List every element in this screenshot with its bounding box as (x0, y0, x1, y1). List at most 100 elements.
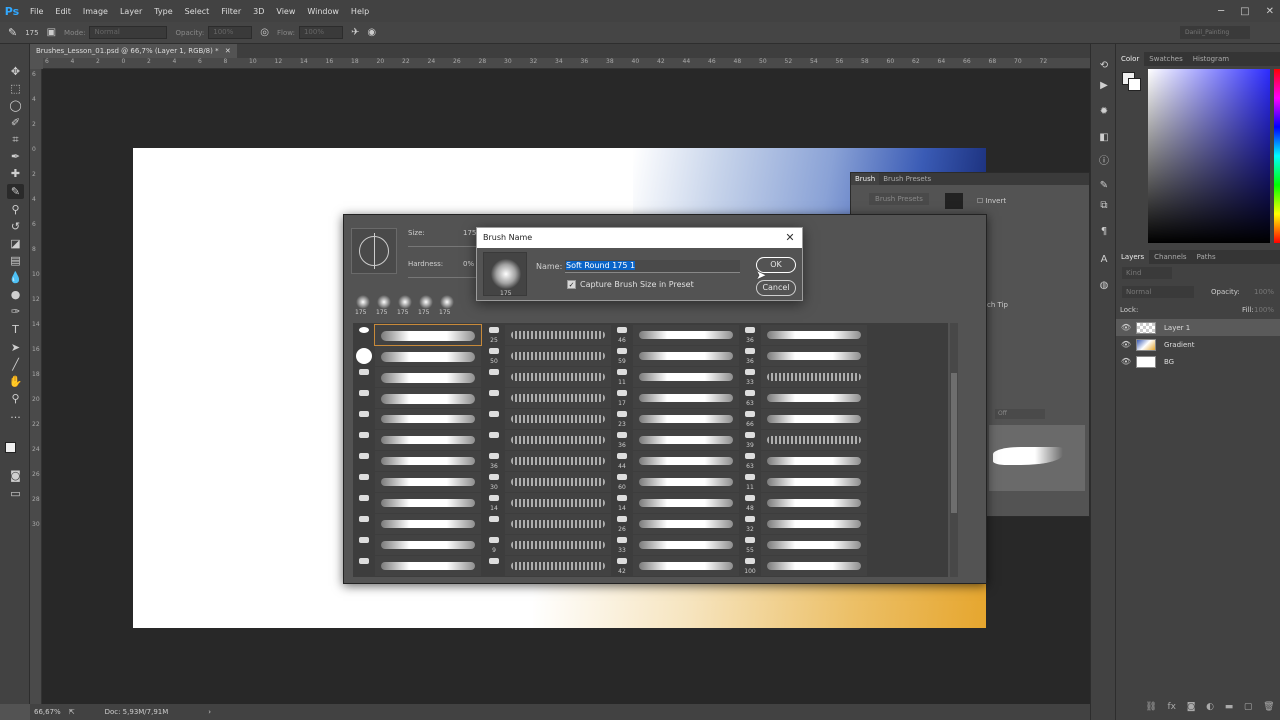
brush-tip-thumb[interactable]: 42 (613, 556, 631, 576)
tab-swatches[interactable]: Swatches (1144, 52, 1187, 66)
character-panel-icon[interactable]: A (1096, 254, 1112, 268)
brush-tip-thumb[interactable] (355, 514, 373, 534)
brush-tip-thumb[interactable] (485, 556, 503, 576)
clone-source-panel-icon[interactable]: ⧉ (1096, 200, 1112, 214)
document-tab[interactable]: Brushes_Lesson_01.psd @ 66,7% (Layer 1, … (30, 44, 237, 58)
tab-brush-presets[interactable]: Brush Presets (879, 173, 935, 185)
brush-tip-thumb[interactable] (355, 325, 373, 345)
brush-tip-thumb[interactable]: 14 (485, 493, 503, 513)
brush-stroke-preview[interactable] (375, 388, 481, 408)
tab-color[interactable]: Color (1116, 52, 1145, 66)
brush-tip-thumb[interactable]: 23 (613, 409, 631, 429)
foreground-color-swatch[interactable] (5, 442, 16, 453)
brush-stroke-preview[interactable] (375, 535, 481, 555)
cancel-button[interactable]: Cancel (756, 280, 796, 296)
brush-stroke-preview[interactable] (505, 535, 611, 555)
brush-tip-thumb[interactable]: 63 (741, 451, 759, 471)
invert-checkbox[interactable]: ☐ Invert (977, 197, 1006, 205)
brush-stroke-preview[interactable] (633, 325, 739, 345)
brush-stroke-preview[interactable] (761, 367, 867, 387)
add-mask-icon[interactable]: ◙ (1187, 702, 1196, 716)
brush-tip-thumb[interactable] (485, 409, 503, 429)
tab-layers[interactable]: Layers (1116, 250, 1150, 264)
brush-stroke-preview[interactable] (761, 388, 867, 408)
menu-select[interactable]: Select (179, 7, 216, 16)
hue-slider[interactable] (1274, 69, 1280, 243)
brush-stroke-preview[interactable] (761, 325, 867, 345)
brush-tip-thumb[interactable]: 55 (741, 535, 759, 555)
brush-tool-icon[interactable]: ✎ (7, 184, 24, 199)
menu-filter[interactable]: Filter (215, 7, 247, 16)
brush-stroke-preview[interactable] (761, 472, 867, 492)
tab-paths[interactable]: Paths (1192, 250, 1221, 264)
brush-tip-thumb[interactable]: 9 (485, 535, 503, 555)
brush-stroke-preview[interactable] (761, 493, 867, 513)
layer-row-layer-1[interactable]: 👁 Layer 1 (1116, 319, 1280, 336)
brush-control-select[interactable]: Off (995, 409, 1045, 419)
close-icon[interactable]: ✕ (1266, 6, 1274, 17)
brush-stroke-preview[interactable] (633, 388, 739, 408)
opacity-field[interactable]: 100% (208, 26, 253, 39)
visibility-eye-icon[interactable]: 👁 (1116, 340, 1136, 349)
brush-panel-icon[interactable]: ✎ (1096, 180, 1112, 194)
move-tool-icon[interactable]: ✥ (7, 64, 24, 79)
export-icon[interactable]: ⇱ (69, 708, 75, 716)
layer-row-bg[interactable]: 👁 BG (1116, 353, 1280, 370)
airbrush-icon[interactable]: ✈ (351, 27, 359, 38)
brush-tip-thumb[interactable]: 63 (741, 388, 759, 408)
history-panel-icon[interactable]: ⟲ (1096, 60, 1112, 74)
history-brush-tool-icon[interactable]: ↺ (7, 219, 24, 234)
brush-tip-thumb[interactable] (355, 409, 373, 429)
color-picker-field[interactable] (1148, 69, 1270, 243)
layer-filter-kind[interactable]: Kind (1122, 267, 1172, 279)
hardness-slider[interactable] (408, 277, 478, 278)
paragraph-panel-icon[interactable]: ¶ (1096, 226, 1112, 240)
brush-stroke-preview[interactable] (761, 409, 867, 429)
brush-stroke-preview[interactable] (761, 346, 867, 366)
layers-opacity-value[interactable]: 100% (1254, 288, 1274, 296)
maximize-icon[interactable]: □ (1240, 6, 1249, 17)
brush-stroke-preview[interactable] (505, 556, 611, 576)
recent-brush-item[interactable]: 175 (374, 295, 394, 317)
brush-stroke-preview[interactable] (633, 472, 739, 492)
tab-channels[interactable]: Channels (1149, 250, 1191, 264)
recent-brush-item[interactable]: 175 (353, 295, 373, 317)
brush-stroke-preview[interactable] (505, 493, 611, 513)
brush-tip-thumb[interactable]: 66 (741, 409, 759, 429)
pressure-size-icon[interactable]: ◉ (367, 27, 376, 38)
brush-tip-thumb[interactable]: 36 (741, 346, 759, 366)
dodge-tool-icon[interactable]: ● (7, 287, 24, 302)
menu-window[interactable]: Window (301, 7, 345, 16)
brush-name-input[interactable]: Soft Round 175 1 (565, 260, 740, 273)
layer-style-icon[interactable]: fx (1167, 702, 1176, 716)
gradient-tool-icon[interactable]: ▤ (7, 253, 24, 268)
link-layers-icon[interactable]: ⛓ (1145, 702, 1156, 716)
brush-tip-thumb[interactable] (485, 388, 503, 408)
brush-tip-thumb[interactable]: 100 (741, 556, 759, 576)
new-layer-icon[interactable]: ▢ (1244, 702, 1253, 716)
healing-tool-icon[interactable]: ✚ (7, 166, 24, 181)
brush-tip-thumb[interactable]: 14 (613, 493, 631, 513)
brush-tip-thumb[interactable]: 48 (741, 493, 759, 513)
marquee-tool-icon[interactable]: ⬚ (7, 81, 24, 96)
brush-stroke-preview[interactable] (505, 514, 611, 534)
brush-tip-thumb[interactable]: 33 (741, 367, 759, 387)
quick-select-tool-icon[interactable]: ✐ (7, 115, 24, 130)
brush-stroke-preview[interactable] (505, 409, 611, 429)
close-tab-icon[interactable]: ✕ (225, 47, 231, 55)
menu-view[interactable]: View (270, 7, 301, 16)
menu-type[interactable]: Type (148, 7, 178, 16)
actions-panel-icon[interactable]: ▶ (1096, 80, 1112, 94)
flow-field[interactable]: 100% (298, 26, 343, 39)
brush-tip-thumb[interactable] (355, 472, 373, 492)
brush-stroke-preview[interactable] (505, 451, 611, 471)
type-tool-icon[interactable]: T (7, 322, 24, 337)
brush-stroke-preview[interactable] (633, 493, 739, 513)
brush-tip-thumb[interactable] (485, 430, 503, 450)
brush-stroke-preview[interactable] (505, 367, 611, 387)
brush-tip-thumb[interactable]: 36 (741, 325, 759, 345)
brush-stroke-preview[interactable] (633, 535, 739, 555)
preset-scrollbar[interactable] (950, 323, 958, 577)
brush-tip-thumb[interactable]: 33 (613, 535, 631, 555)
brush-stroke-preview[interactable] (375, 367, 481, 387)
